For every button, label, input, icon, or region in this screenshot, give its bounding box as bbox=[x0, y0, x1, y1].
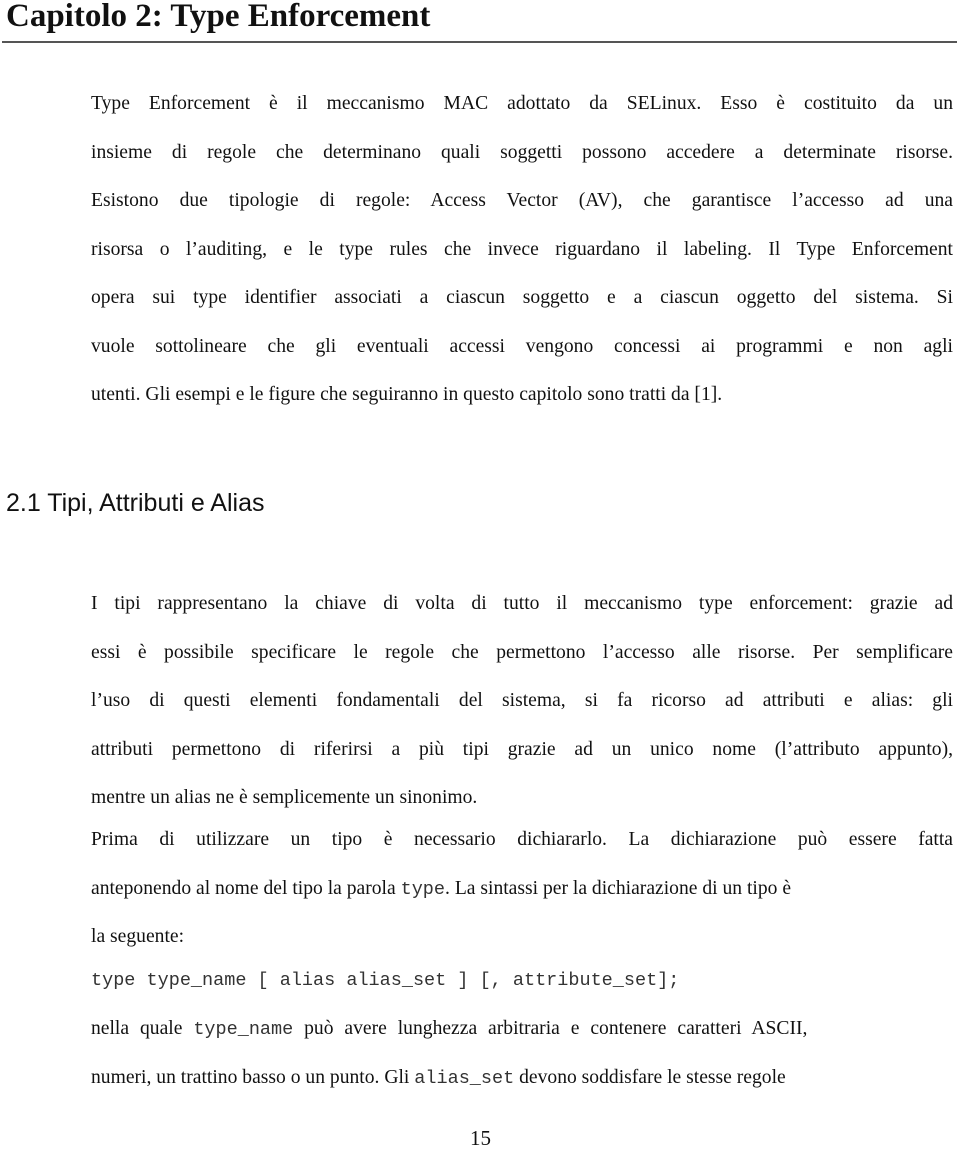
paragraph-line: anteponendo al nome del tipo la parola t… bbox=[91, 865, 953, 914]
text-run: nella quale bbox=[91, 1018, 194, 1039]
section-paragraph-types: I tipi rappresentano la chiave di volta … bbox=[91, 580, 953, 823]
chapter-title-rule bbox=[2, 41, 957, 43]
paragraph-line: utenti. Gli esempi e le figure che segui… bbox=[91, 384, 723, 405]
paragraph-line: attributi permettono di riferirsi a più … bbox=[91, 738, 953, 760]
inline-code: alias_set bbox=[414, 1067, 515, 1089]
section-paragraph-declaration: Prima di utilizzare un tipo è necessario… bbox=[91, 816, 953, 962]
chapter-title: Capitolo 2: Type Enforcement bbox=[6, 0, 431, 34]
paragraph-line: vuole sottolineare che gli eventuali acc… bbox=[91, 335, 953, 357]
paragraph-line: opera sui type identifier associati a ci… bbox=[91, 287, 953, 308]
paragraph-line: l’uso di questi elementi fondamentali de… bbox=[91, 690, 953, 711]
intro-paragraph: Type Enforcement è il meccanismo MAC ado… bbox=[91, 80, 953, 420]
paragraph-line: risorsa o l’auditing, e le type rules ch… bbox=[91, 238, 953, 260]
section-title: 2.1 Tipi, Attributi e Alias bbox=[6, 489, 265, 517]
inline-code: type_name bbox=[193, 1019, 294, 1040]
paragraph-line: Type Enforcement è il meccanismo MAC ado… bbox=[91, 93, 953, 114]
paragraph-line: numeri, un trattino basso o un punto. Gl… bbox=[91, 1054, 953, 1103]
text-run: numeri, un trattino basso o un punto. Gl… bbox=[91, 1066, 415, 1088]
text-run: . La sintassi per la dichiarazione di un… bbox=[445, 877, 792, 899]
paragraph-line: Esistono due tipologie di regole: Access… bbox=[91, 190, 953, 211]
paragraph-line: I tipi rappresentano la chiave di volta … bbox=[91, 593, 953, 614]
paragraph-line: essi è possibile specificare le regole c… bbox=[91, 641, 953, 663]
paragraph-line: la seguente: bbox=[91, 926, 185, 947]
paragraph-line: Prima di utilizzare un tipo è necessario… bbox=[91, 829, 953, 850]
text-run: anteponendo al nome del tipo la parola bbox=[91, 877, 401, 899]
paragraph-line: insieme di regole che determinano quali … bbox=[91, 141, 953, 163]
code-syntax-block: type type_name [ alias alias_set ] [, at… bbox=[91, 970, 680, 991]
inline-code: type bbox=[400, 878, 446, 900]
paragraph-line: nella quale type_name può avere lunghezz… bbox=[91, 1005, 953, 1054]
text-run: può avere lunghezza arbitraria e contene… bbox=[293, 1018, 808, 1039]
text-run: devono soddisfare le stesse regole bbox=[514, 1066, 786, 1088]
page-number: 15 bbox=[470, 1126, 491, 1150]
section-paragraph-naming: nella quale type_name può avere lunghezz… bbox=[91, 1005, 953, 1102]
